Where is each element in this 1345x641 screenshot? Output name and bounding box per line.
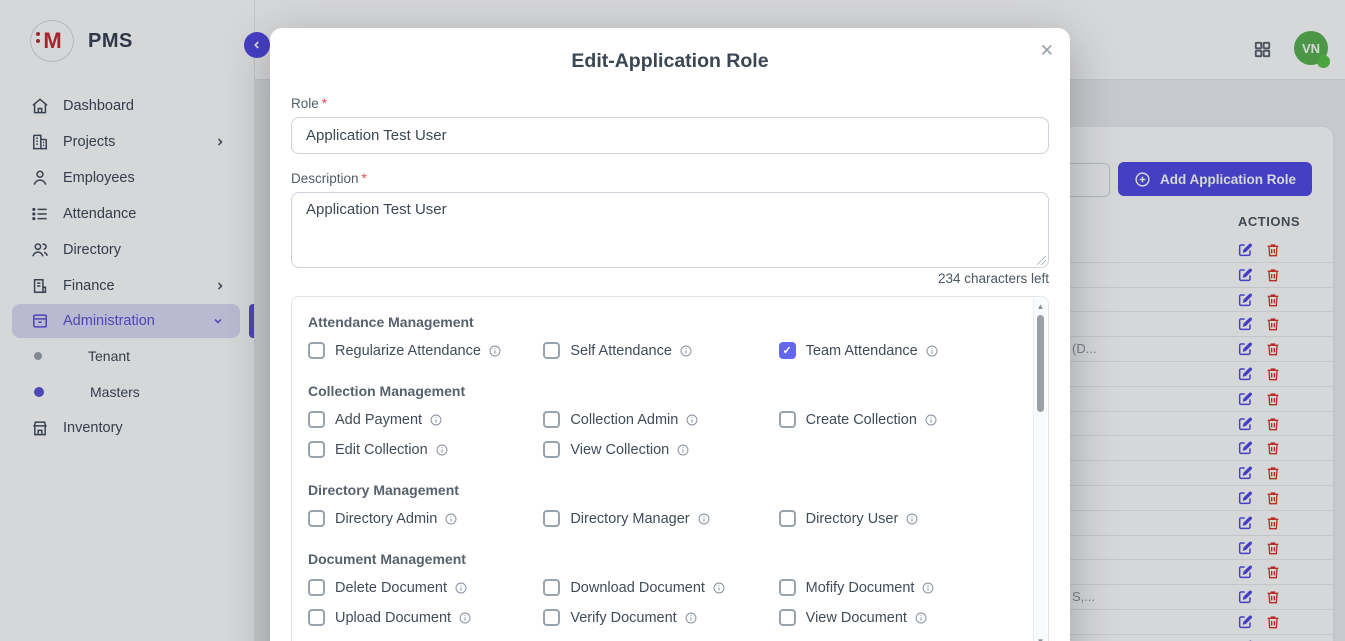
permission-label: Self Attendance — [570, 343, 672, 359]
info-icon[interactable] — [684, 611, 698, 625]
permission-download-document: Download Document — [543, 579, 778, 596]
description-field-wrap: Application Test User — [291, 192, 1049, 268]
permission-collection-admin: Collection Admin — [543, 411, 778, 428]
checkbox[interactable] — [543, 510, 560, 527]
info-icon[interactable] — [679, 344, 693, 358]
permission-team-attendance: ✓ Team Attendance — [779, 342, 1014, 359]
section-title-document-management: Document Management — [308, 551, 1014, 567]
checkbox[interactable] — [308, 342, 325, 359]
checkbox[interactable] — [543, 441, 560, 458]
permission-label: Delete Document — [335, 580, 447, 596]
close-icon[interactable]: ✕ — [1037, 39, 1057, 62]
permission-view-document: View Document — [779, 609, 1014, 626]
required-mark: * — [322, 96, 327, 111]
description-label: Description* — [291, 171, 1049, 186]
description-textarea[interactable]: Application Test User — [291, 192, 1049, 268]
permission-edit-collection: Edit Collection — [308, 441, 543, 458]
edit-application-role-dialog: ✕ Edit-Application Role Role* Descriptio… — [270, 28, 1070, 641]
role-label: Role* — [291, 96, 1049, 111]
info-icon[interactable] — [924, 413, 938, 427]
permission-label: Edit Collection — [335, 442, 428, 458]
permission-label: View Document — [806, 610, 907, 626]
checkbox[interactable] — [308, 441, 325, 458]
permission-label: Regularize Attendance — [335, 343, 481, 359]
info-icon[interactable] — [458, 611, 472, 625]
resize-handle[interactable] — [1037, 256, 1046, 265]
permission-directory-admin: Directory Admin — [308, 510, 543, 527]
checkbox[interactable] — [543, 579, 560, 596]
info-icon[interactable] — [676, 443, 690, 457]
checkbox[interactable] — [308, 579, 325, 596]
checkbox[interactable] — [779, 411, 796, 428]
permission-label: Mofify Document — [806, 580, 915, 596]
info-icon[interactable] — [921, 581, 935, 595]
permission-directory-user: Directory User — [779, 510, 1014, 527]
permission-view-collection: View Collection — [543, 441, 778, 458]
checkbox[interactable] — [779, 510, 796, 527]
permission-label: Verify Document — [570, 610, 676, 626]
permission-label: Create Collection — [806, 412, 917, 428]
permission-grid: Delete Document Download Document Mofify D… — [308, 579, 1014, 626]
permission-directory-manager: Directory Manager — [543, 510, 778, 527]
info-icon[interactable] — [925, 344, 939, 358]
info-icon[interactable] — [905, 512, 919, 526]
permission-label: Collection Admin — [570, 412, 678, 428]
permission-grid: Add Payment Collection Admin Create Collec… — [308, 411, 1014, 458]
info-icon[interactable] — [914, 611, 928, 625]
permission-label: Download Document — [570, 580, 705, 596]
permission-grid: Regularize Attendance Self Attendance ✓ Tea… — [308, 342, 1014, 359]
permission-label: Upload Document — [335, 610, 451, 626]
dialog-title: Edit-Application Role — [270, 50, 1070, 73]
permission-label: Add Payment — [335, 412, 422, 428]
checkbox[interactable]: ✓ — [779, 342, 796, 359]
section-title-attendance-management: Attendance Management — [308, 314, 1014, 330]
checkbox[interactable] — [308, 411, 325, 428]
scrollbar[interactable]: ▲ ▼ — [1033, 298, 1047, 641]
permission-sections: Attendance Management Regularize Attendan… — [308, 314, 1014, 626]
permission-grid: Directory Admin Directory Manager Director… — [308, 510, 1014, 527]
permission-label: View Collection — [570, 442, 669, 458]
permission-mofify-document: Mofify Document — [779, 579, 1014, 596]
permission-label: Directory Manager — [570, 511, 689, 527]
checkbox[interactable] — [543, 342, 560, 359]
permission-label: Team Attendance — [806, 343, 918, 359]
app-window: M PMS DashboardProjectsEmployeesAttendan… — [0, 0, 1345, 641]
permission-add-payment: Add Payment — [308, 411, 543, 428]
permission-verify-document: Verify Document — [543, 609, 778, 626]
info-icon[interactable] — [685, 413, 699, 427]
checkbox[interactable] — [308, 609, 325, 626]
permission-upload-document: Upload Document — [308, 609, 543, 626]
permission-self-attendance: Self Attendance — [543, 342, 778, 359]
permission-label: Directory Admin — [335, 511, 437, 527]
info-icon[interactable] — [435, 443, 449, 457]
dialog-body: Role* Description* Application Test User… — [270, 96, 1070, 641]
role-input[interactable] — [291, 117, 1049, 154]
characters-left-counter: 234 characters left — [291, 271, 1049, 286]
section-title-collection-management: Collection Management — [308, 383, 1014, 399]
info-icon[interactable] — [697, 512, 711, 526]
checkbox[interactable] — [779, 579, 796, 596]
info-icon[interactable] — [712, 581, 726, 595]
checkbox[interactable] — [308, 510, 325, 527]
info-icon[interactable] — [488, 344, 502, 358]
permissions-panel: Attendance Management Regularize Attendan… — [291, 296, 1049, 641]
required-mark: * — [362, 171, 367, 186]
checkbox[interactable] — [779, 609, 796, 626]
checkbox[interactable] — [543, 411, 560, 428]
scrollbar-thumb[interactable] — [1037, 315, 1044, 412]
info-icon[interactable] — [444, 512, 458, 526]
permission-regularize-attendance: Regularize Attendance — [308, 342, 543, 359]
permission-delete-document: Delete Document — [308, 579, 543, 596]
checkbox[interactable] — [543, 609, 560, 626]
permission-create-collection: Create Collection — [779, 411, 1014, 428]
permission-label: Directory User — [806, 511, 899, 527]
section-title-directory-management: Directory Management — [308, 482, 1014, 498]
scroll-up-icon[interactable]: ▲ — [1036, 303, 1045, 311]
info-icon[interactable] — [454, 581, 468, 595]
info-icon[interactable] — [429, 413, 443, 427]
